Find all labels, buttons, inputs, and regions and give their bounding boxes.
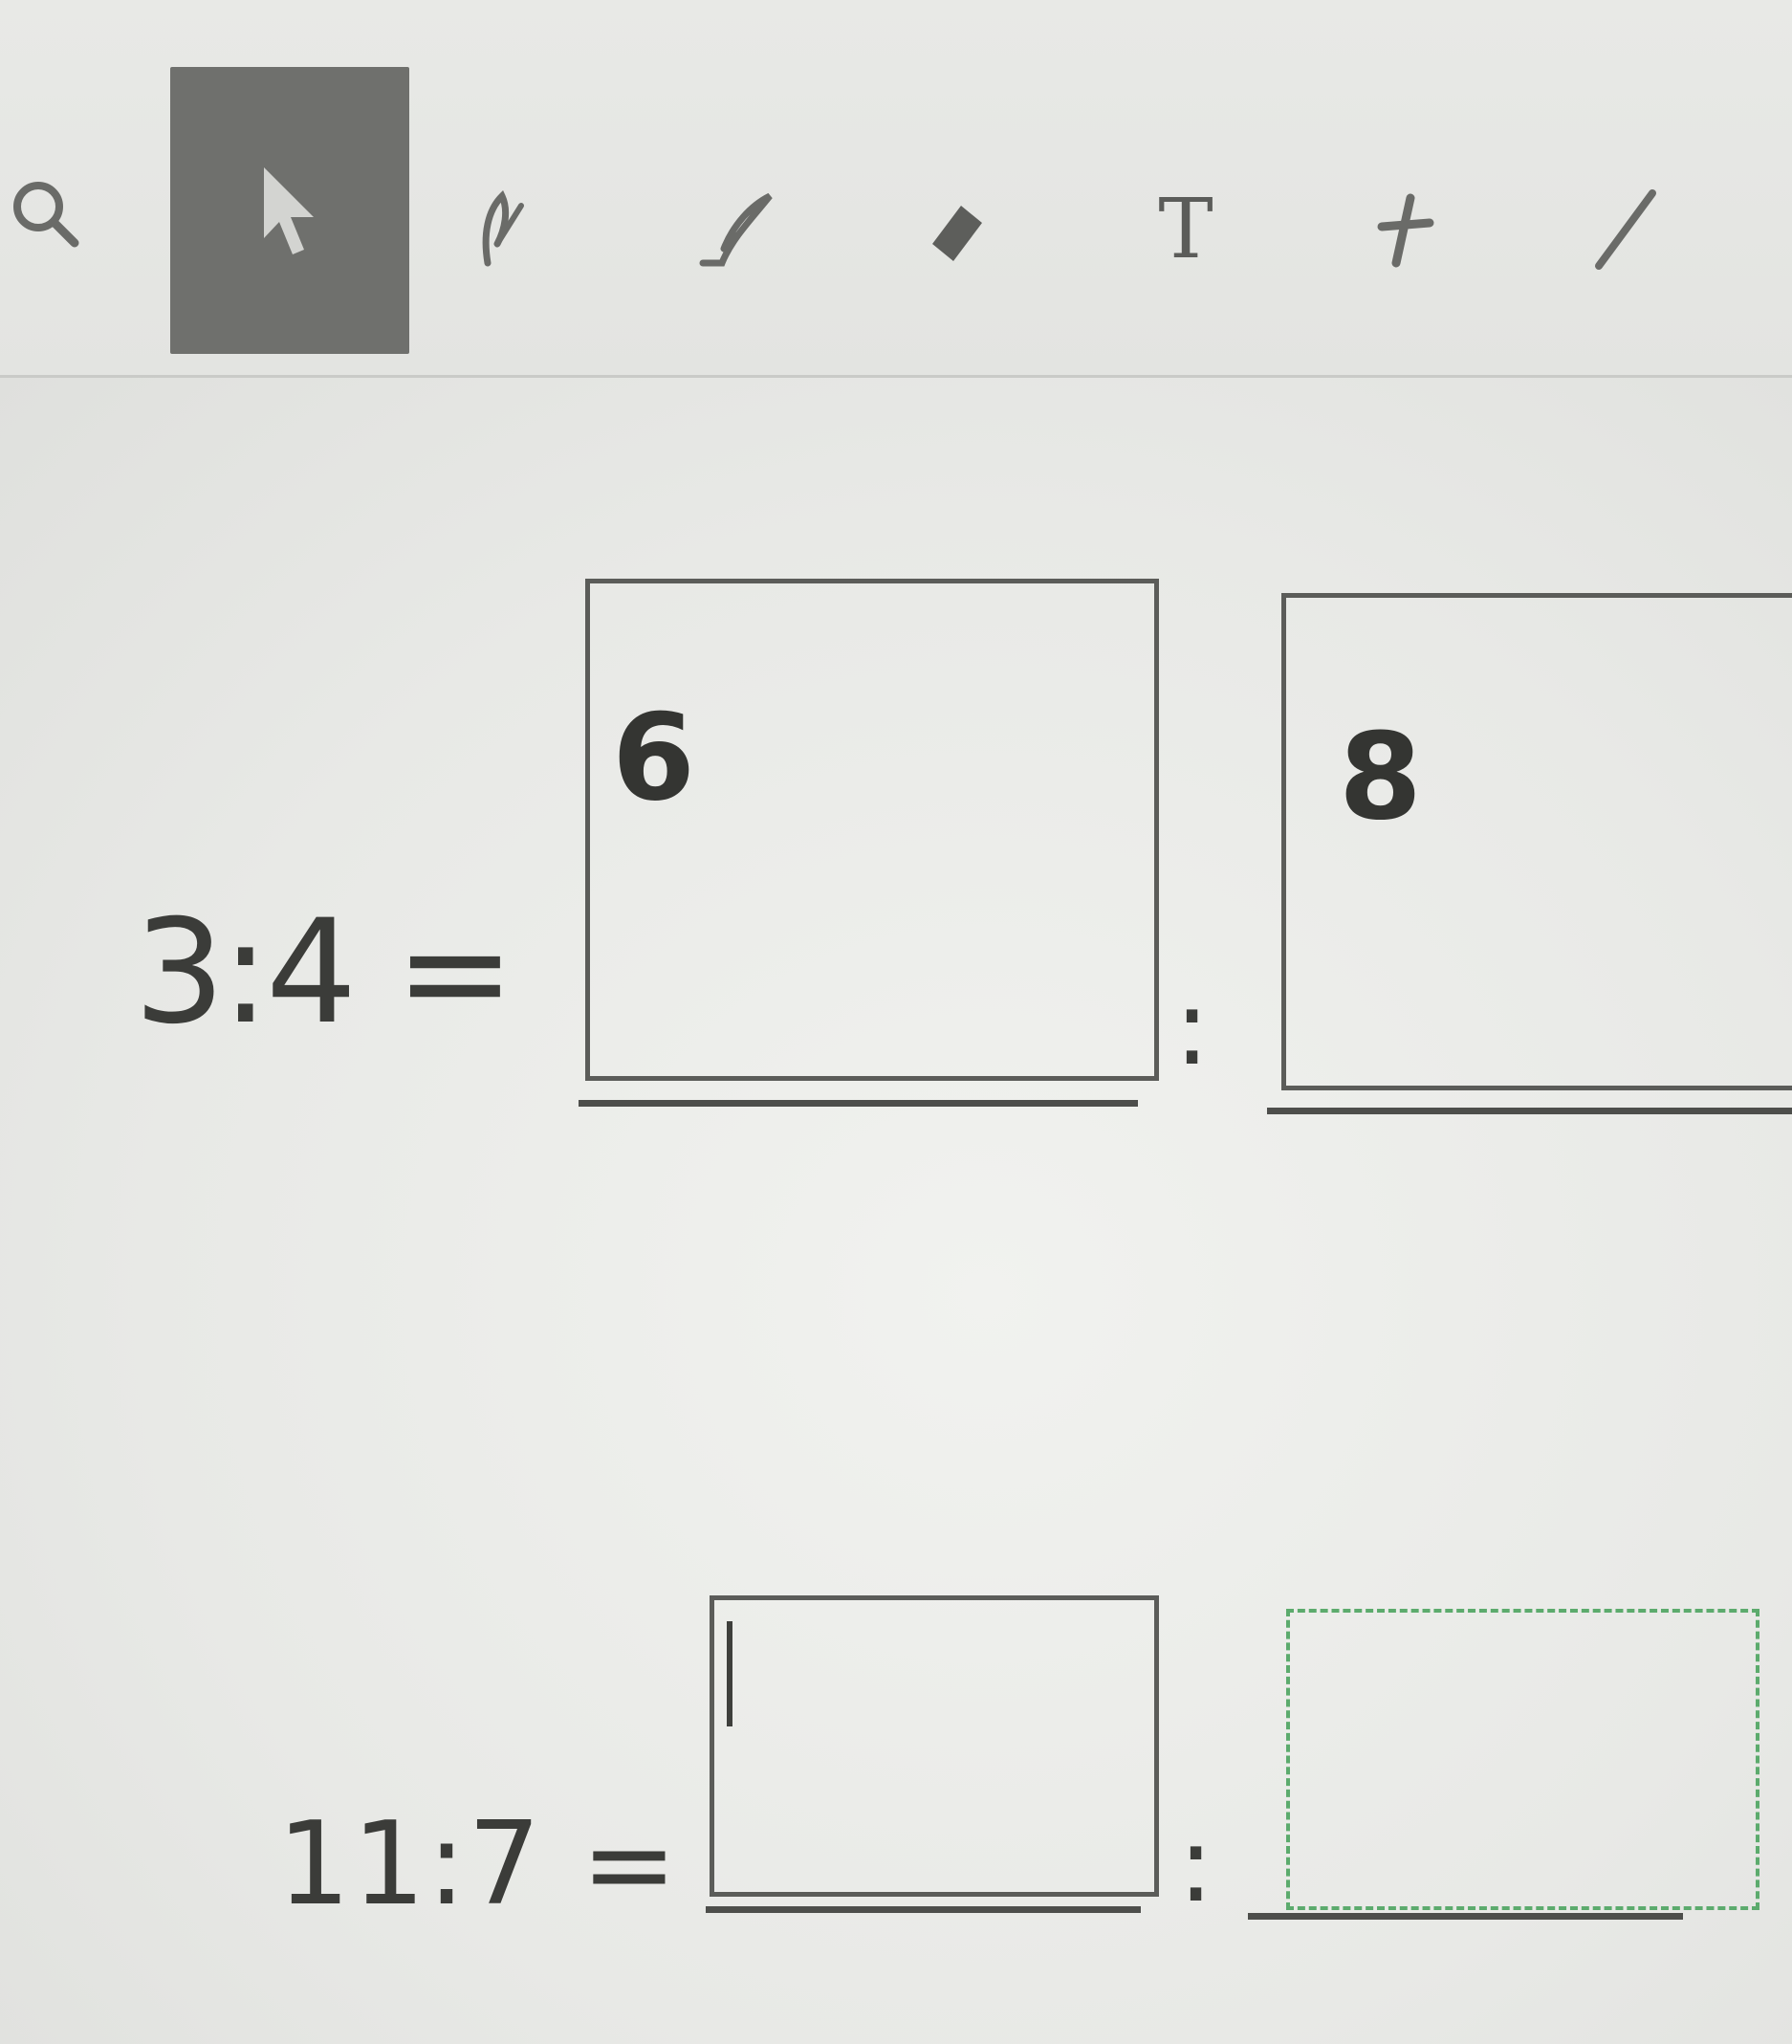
eraser-tool[interactable] bbox=[904, 177, 1009, 282]
pen-tool[interactable] bbox=[459, 172, 564, 277]
exercise2-answer1-box[interactable] bbox=[710, 1595, 1159, 1897]
exercise1-prompt: 3:4 = bbox=[134, 890, 515, 1056]
toolbar: T bbox=[0, 0, 1792, 378]
eraser-icon bbox=[932, 206, 982, 261]
brush-icon bbox=[699, 192, 773, 267]
text-cursor bbox=[727, 1621, 732, 1726]
zoom-icon bbox=[13, 182, 79, 248]
line-tool[interactable] bbox=[1568, 177, 1673, 282]
pointer-icon bbox=[264, 167, 314, 254]
zoom-tool[interactable] bbox=[0, 163, 105, 268]
pin-tool[interactable] bbox=[1353, 177, 1458, 282]
line-icon bbox=[1595, 189, 1656, 270]
text-icon: T bbox=[1158, 182, 1213, 277]
exercise2-prompt: 11:7 = bbox=[277, 1798, 680, 1931]
pen-icon bbox=[482, 189, 524, 267]
exercise2-answer1-underline bbox=[706, 1906, 1141, 1913]
exercise2-separator: : bbox=[1178, 1803, 1214, 1925]
exercise1-answer1-box[interactable] bbox=[585, 579, 1159, 1081]
select-tool[interactable] bbox=[170, 67, 409, 354]
pin-icon bbox=[1377, 193, 1434, 268]
exercise2-answer2-underline bbox=[1248, 1913, 1683, 1920]
exercise1-answer2-underline bbox=[1267, 1108, 1792, 1114]
exercise1-answer1-underline bbox=[579, 1100, 1138, 1107]
exercise2-answer2-box[interactable] bbox=[1286, 1609, 1759, 1910]
exercise1-separator: : bbox=[1174, 966, 1211, 1088]
brush-tool[interactable] bbox=[688, 177, 794, 282]
text-tool[interactable]: T bbox=[1128, 172, 1243, 287]
exercise1-answer1-value: 6 bbox=[612, 689, 695, 827]
exercise1-answer2-value: 8 bbox=[1339, 708, 1422, 846]
